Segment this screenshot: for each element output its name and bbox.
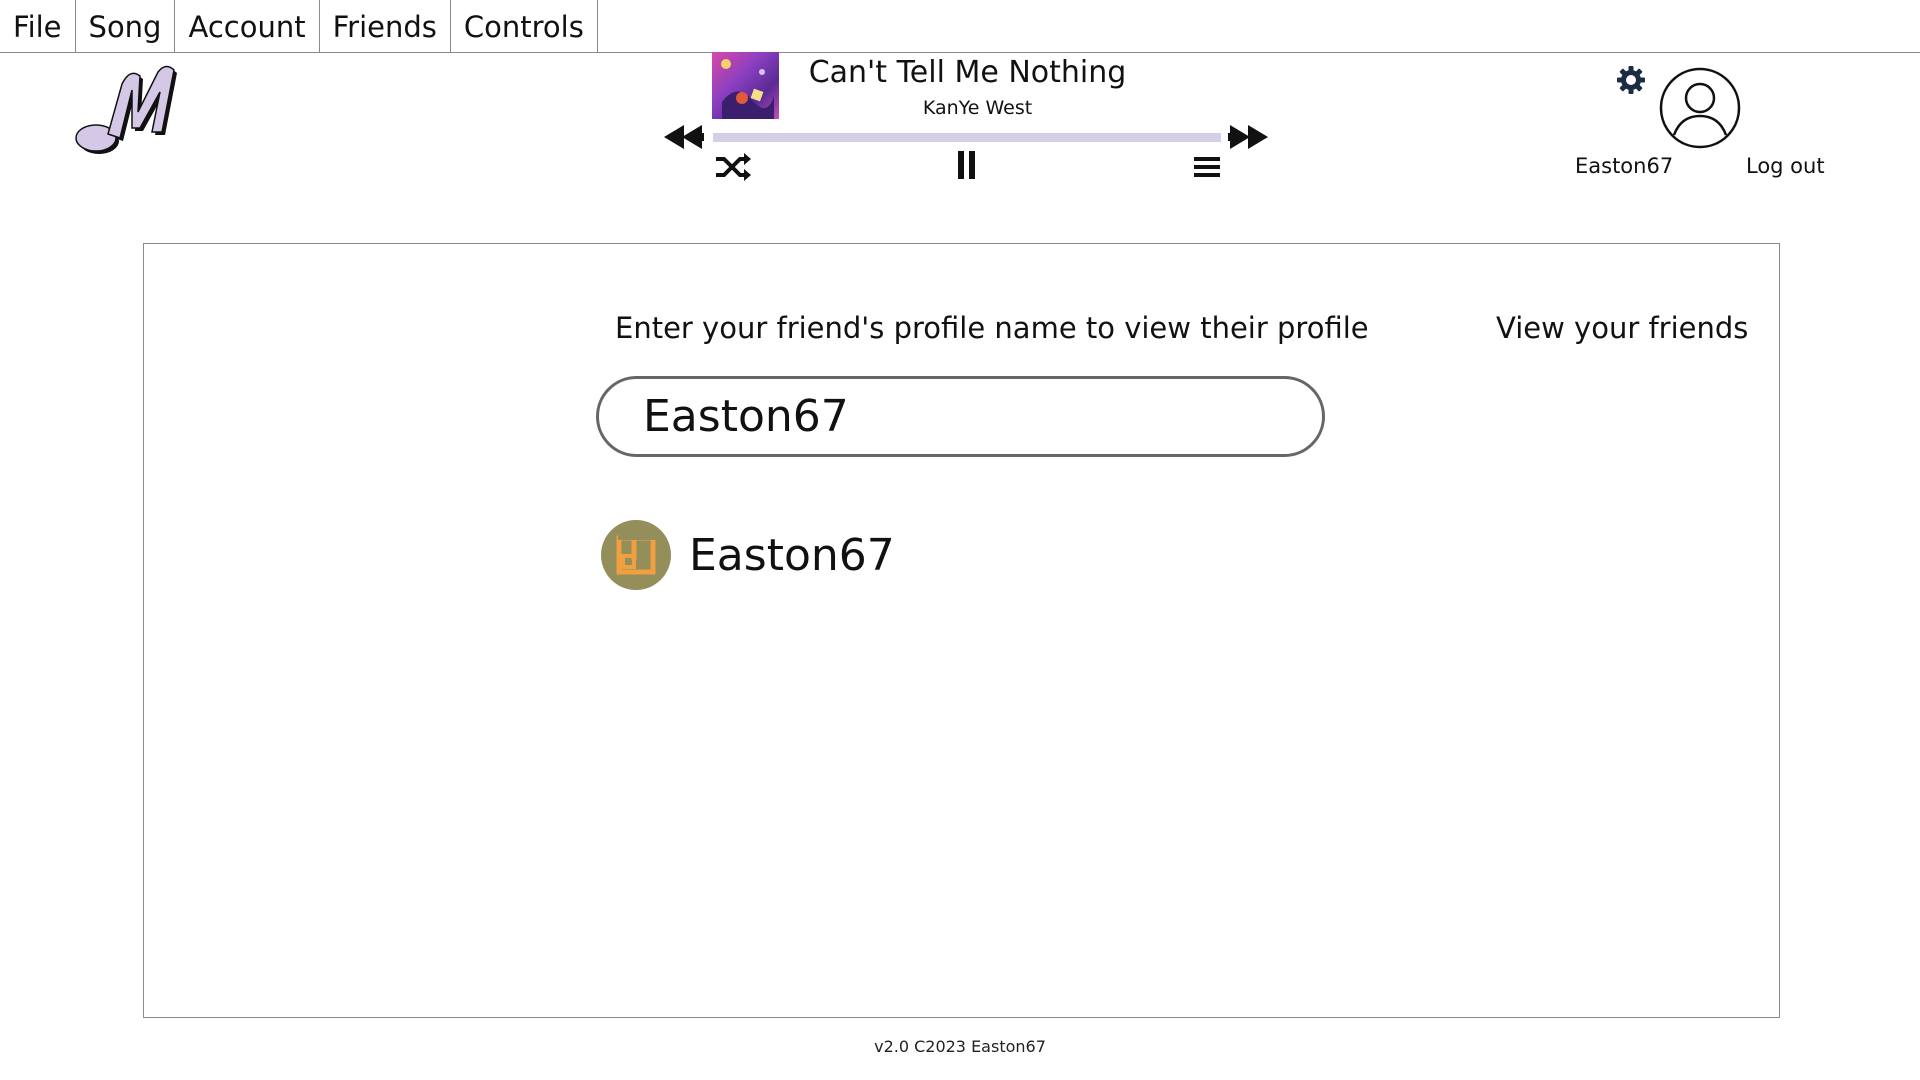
gear-icon[interactable] [1616, 65, 1646, 95]
queue-menu-icon[interactable] [1193, 155, 1221, 179]
friend-search-input[interactable] [596, 376, 1325, 457]
menu-song[interactable]: Song [76, 0, 176, 53]
view-friends-link[interactable]: View your friends [1496, 311, 1748, 345]
next-track-icon[interactable] [1228, 124, 1270, 150]
menu-account[interactable]: Account [175, 0, 320, 53]
friend-name: Easton67 [689, 529, 895, 581]
album-art [712, 52, 779, 119]
song-title: Can't Tell Me Nothing [808, 55, 1127, 90]
menu-bar: File Song Account Friends Controls [0, 0, 1920, 53]
friend-avatar [601, 520, 671, 590]
menu-controls[interactable]: Controls [451, 0, 598, 53]
search-prompt: Enter your friend's profile name to view… [615, 311, 1369, 345]
music-logo-icon [75, 65, 177, 154]
logout-link[interactable]: Log out [1746, 154, 1825, 178]
footer-version: v2.0 C2023 Easton67 [874, 1037, 1046, 1056]
pause-icon[interactable] [955, 149, 979, 181]
shuffle-icon[interactable] [714, 152, 752, 182]
account-username: Easton67 [1575, 154, 1674, 178]
friends-panel [143, 243, 1780, 1018]
menu-friends[interactable]: Friends [320, 0, 451, 53]
previous-track-icon[interactable] [662, 124, 704, 150]
progress-bar[interactable] [713, 133, 1221, 142]
user-avatar-icon[interactable] [1659, 67, 1741, 149]
menu-file[interactable]: File [0, 0, 76, 53]
search-result-item[interactable]: Easton67 [601, 520, 895, 590]
friend-avatar-icon [616, 535, 656, 575]
song-artist: KanYe West [922, 97, 1033, 119]
